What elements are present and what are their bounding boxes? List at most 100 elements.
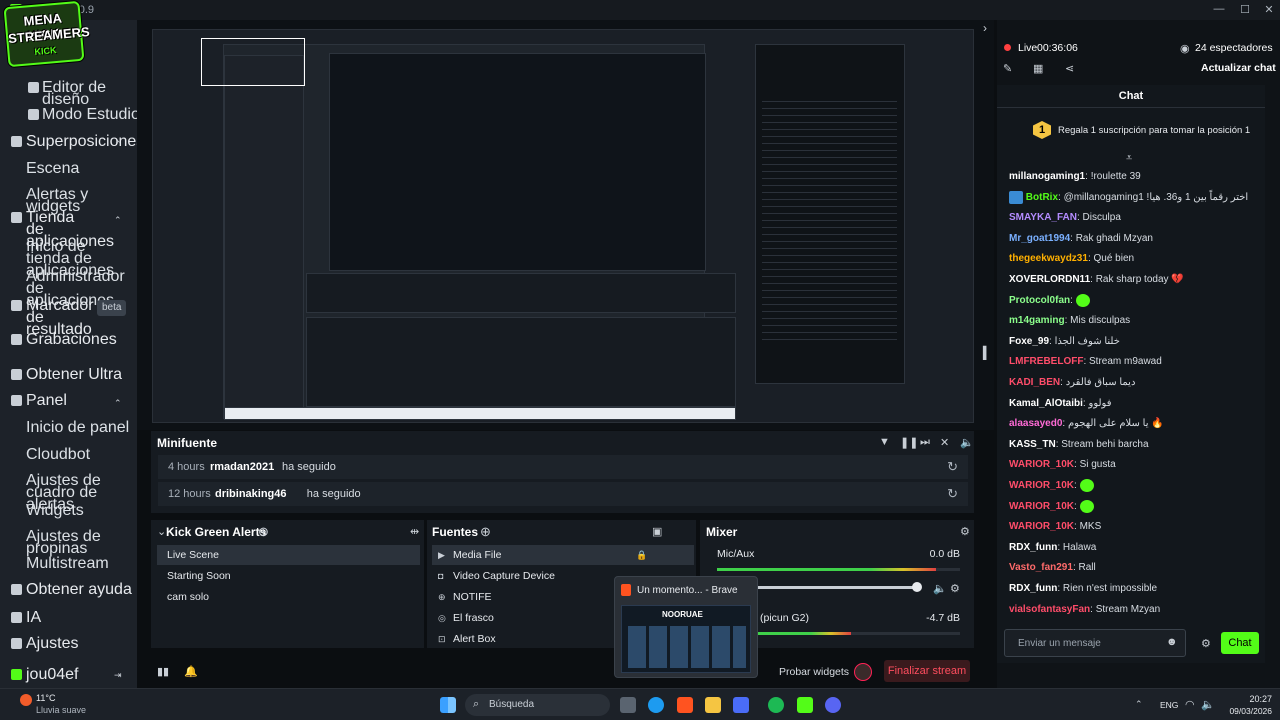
pause-icon[interactable]: ❚❚ [900,436,918,449]
chat-message[interactable]: Protocol0fan: [1009,293,1090,307]
end-stream-button[interactable]: Finalizar stream [884,660,970,682]
source-item[interactable]: ▶ Media File 🔒 [432,545,694,565]
clock-time[interactable]: 20:27 [1224,694,1272,704]
scene-transition-icon[interactable]: ⇹ [410,525,419,538]
stats-icon[interactable]: ▮▮ [157,665,169,678]
chat-message[interactable]: m14gaming: Mis disculpas [1009,314,1130,327]
chat-username[interactable]: Protocol0fan [1009,295,1070,306]
browser-preview-popup[interactable]: Un momento... - Brave NOORUAE [614,576,758,678]
chat-username[interactable]: Mr_goat1994 [1009,233,1070,244]
chat-message[interactable]: RDX_funn: Rien n'est impossible [1009,582,1157,595]
chat-username[interactable]: Kamal_AlOtaibi [1009,398,1083,409]
replay-icon[interactable]: ↻ [947,486,958,502]
minimize-icon[interactable]: — [1212,3,1226,15]
feed-event[interactable]: 4 hours rmadan2021 ha seguido ↻ [158,455,968,479]
chat-message[interactable]: Foxe_99: خلنا شوف الجذا [1009,335,1120,348]
chat-username[interactable]: millanogaming1 [1009,171,1085,182]
chat-message[interactable]: LMFREBELOFF: Stream m9awad [1009,355,1162,368]
chat-username[interactable]: LMFREBELOFF [1009,356,1083,367]
chat-message[interactable]: KADI_BEN: ديما سباق فالقرد [1009,376,1135,389]
collapse-icon[interactable]: ⌄ [157,525,166,538]
chat-message[interactable]: Kamal_AlOtaibi: فولوو [1009,397,1111,410]
chat-message[interactable]: Vasto_fan291: Rall [1009,561,1096,574]
discord-icon[interactable] [825,697,841,713]
sub-prompt[interactable]: Regala 1 suscripción para tomar la posic… [1058,125,1250,136]
scene-item[interactable]: Starting Soon [157,566,420,586]
chat-username[interactable]: WARIOR_10K [1009,480,1074,491]
channel-settings-icon[interactable]: ⚙ [950,582,960,595]
chat-username[interactable]: Vasto_fan291 [1009,562,1073,573]
stream-preview[interactable] [152,29,974,423]
rec-icon[interactable] [854,663,872,681]
add-scene-icon[interactable]: ⊕ [258,524,269,540]
volume-slider-handle[interactable] [912,582,922,592]
chat-message[interactable]: KASS_TN: Stream behi barcha [1009,438,1149,451]
wifi-icon[interactable]: ◠ [1185,698,1195,711]
chat-message[interactable]: Mr_goat1994: Rak ghadi Mzyan [1009,232,1153,245]
mixer-settings-icon[interactable]: ⚙ [960,525,970,538]
chat-message[interactable]: XOVERLORDN11: Rak sharp today 💔 [1009,273,1184,286]
speaker-icon[interactable]: 🔈 [1201,698,1215,711]
add-source-icon[interactable]: ⊕ [480,524,491,540]
chat-username[interactable]: SMAYKA_FAN [1009,212,1077,223]
skip-icon[interactable]: ⏭ [920,436,930,449]
resize-handle[interactable]: ▍ [983,346,992,360]
edit-icon[interactable]: ✎ [1003,62,1012,75]
send-chat-button[interactable]: Chat [1221,632,1259,654]
language-indicator[interactable]: ENG [1160,700,1178,710]
chat-message[interactable]: SMAYKA_FAN: Disculpa [1009,211,1121,224]
chat-username[interactable]: Foxe_99 [1009,336,1049,347]
notifications-icon[interactable]: 🔔 [184,665,198,678]
chat-username[interactable]: WARIOR_10K [1009,501,1074,512]
chat-username[interactable]: XOVERLORDN11 [1009,274,1090,285]
test-widgets-button[interactable]: Probar widgets [779,666,849,678]
chat-username[interactable]: vialsofantasyFan [1009,604,1090,615]
spotify-icon[interactable] [768,697,784,713]
chat-input[interactable]: Enviar un mensaje ☻ [1004,629,1186,657]
share-icon[interactable]: ⋖ [1065,62,1074,75]
logout-icon[interactable]: ⇥ [114,669,122,681]
chat-username[interactable]: m14gaming [1009,315,1065,326]
app-icon-2[interactable] [733,697,749,713]
filter-icon[interactable]: ▼ [879,436,890,448]
chat-username[interactable]: RDX_funn [1009,583,1057,594]
chat-message[interactable]: BotRix: @millanogaming1 !اختر رقماً بين … [1009,190,1248,204]
replay-icon[interactable]: ↻ [947,459,958,475]
chevron-right-icon[interactable]: › [983,21,987,35]
task-view-icon[interactable] [620,697,636,713]
selection-box[interactable] [201,38,305,86]
chat-username[interactable]: WARIOR_10K [1009,459,1074,470]
scene-item[interactable]: Live Scene [157,545,420,565]
lock-icon[interactable]: 🔒 [636,545,647,565]
chat-username[interactable]: WARIOR_10K [1009,521,1074,532]
streamlabs-icon[interactable] [797,697,813,713]
tray-icons[interactable]: ⌃ [1135,699,1143,710]
chat-message[interactable]: vialsofantasyFan: Stream Mzyan [1009,603,1160,616]
chat-message[interactable]: alaasayed0: يا سلام على الهجوم 🔥 [1009,417,1164,430]
chat-username[interactable]: KASS_TN [1009,439,1056,450]
update-chat-button[interactable]: Actualizar chat [1201,62,1276,74]
chat-username[interactable]: BotRix [1026,192,1058,203]
chat-message[interactable]: WARIOR_10K: [1009,479,1094,492]
chat-username[interactable]: RDX_funn [1009,542,1057,553]
source-settings-icon[interactable]: ▣ [652,525,662,538]
chat-username[interactable]: KADI_BEN [1009,377,1060,388]
scene-item[interactable]: cam solo [157,587,420,607]
feed-event[interactable]: 12 hours dribinaking46 ha seguido ↻ [158,482,968,506]
chat-message[interactable]: RDX_funn: Halawa [1009,541,1096,554]
close-icon[interactable]: ✕ [1262,3,1276,16]
chat-message[interactable]: millanogaming1: !roulette 39 [1009,170,1141,183]
chat-message[interactable]: WARIOR_10K: [1009,499,1094,513]
taskbar-search[interactable]: ⌕ Búsqueda [465,694,610,716]
explorer-icon[interactable] [705,697,721,713]
chat-username[interactable]: alaasayed0 [1009,418,1062,429]
chat-settings-icon[interactable]: ⚙ [1201,637,1211,650]
speaker-icon[interactable]: 🔈 [933,582,947,595]
chat-message[interactable]: WARIOR_10K: MKS [1009,520,1101,533]
chevron-up-icon[interactable]: ⌃ [114,214,122,226]
chevron-up-icon[interactable]: ⌃ [114,397,122,409]
chat-message[interactable]: thegeekwaydz31: Qué bien [1009,252,1134,265]
emoji-icon[interactable]: ☻ [1166,636,1178,648]
clock-date[interactable]: 09/03/2026 [1224,706,1272,716]
chevron-up-icon[interactable]: ⌃ [114,138,122,150]
